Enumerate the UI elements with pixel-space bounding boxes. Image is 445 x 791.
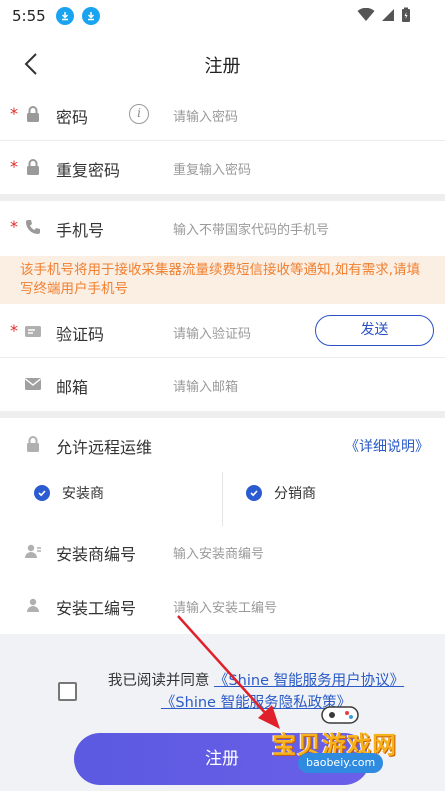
repeat-password-input[interactable]: 重复输入密码 [173,159,251,178]
phone-input[interactable]: 输入不带国家代码的手机号 [173,219,329,238]
code-row[interactable]: * 验证码 请输入验证码 发送 [0,306,445,358]
detail-link[interactable]: 《详细说明》 [345,436,429,456]
remote-ops-row: 允许远程运维 《详细说明》 [0,419,445,471]
repeat-password-label: 重复密码 [56,161,121,180]
section-divider [0,194,445,201]
lock-icon [27,106,39,122]
required-marker: * [10,321,18,340]
email-row[interactable]: 邮箱 请输入邮箱 [0,359,445,411]
send-code-button[interactable]: 发送 [315,315,434,346]
person-card-icon [25,544,41,558]
phone-row[interactable]: * 手机号 输入不带国家代码的手机号 [0,202,445,254]
distributor-label: 分销商 [274,486,316,502]
password-label: 密码 [56,108,89,127]
watermark-logo: 宝贝游戏网 baobeiy.com [264,703,414,783]
email-input[interactable]: 请输入邮箱 [173,376,238,395]
code-input[interactable]: 请输入验证码 [173,323,251,342]
watermark-url: baobeiy.com [298,753,384,773]
status-bar: 5:55 [0,0,445,32]
agreement-prefix: 我已阅读并同意 [107,673,210,689]
password-input[interactable]: 请输入密码 [173,106,238,125]
installer-label: 安装商 [62,486,104,502]
download-icon [55,7,74,25]
phone-icon [26,220,40,234]
person-icon [27,598,39,612]
installer-number-input[interactable]: 输入安装商编号 [173,543,264,562]
user-agreement-link[interactable]: 《Shine 智能服务用户协议》 [214,673,404,689]
download-icon [81,7,100,25]
installer-number-label: 安装商编号 [56,545,137,564]
checked-icon [34,485,50,501]
worker-number-label: 安装工编号 [56,599,137,618]
section-divider [0,411,445,418]
remote-ops-label: 允许远程运维 [56,438,153,457]
vertical-divider [222,472,223,526]
installer-checkbox[interactable]: 安装商 [34,483,104,503]
email-label: 邮箱 [56,378,89,397]
worker-number-row[interactable]: 安装工编号 请输入安装工编号 [0,580,445,632]
lock-icon [27,159,39,175]
signal-icon [382,9,394,21]
checked-icon [246,485,262,501]
wifi-icon [357,8,375,21]
required-marker: * [10,104,18,123]
status-time: 5:55 [12,7,46,25]
info-icon[interactable]: i [129,104,149,124]
required-marker: * [10,157,18,176]
phone-notice: 该手机号将用于接收采集器流量续费短信接收等通知,如有需求,请填写终端用户手机号 [0,256,445,304]
agreement-checkbox[interactable] [58,682,77,701]
battery-icon [402,7,410,22]
distributor-checkbox[interactable]: 分销商 [246,483,316,503]
repeat-password-row[interactable]: * 重复密码 重复输入密码 [0,142,445,194]
code-label: 验证码 [56,325,105,344]
phone-label: 手机号 [56,221,105,240]
lock-icon [27,436,39,452]
worker-number-input[interactable]: 请输入安装工编号 [173,597,277,616]
id-card-icon [25,326,41,337]
page-title: 注册 [204,56,241,77]
gamepad-icon [321,706,359,724]
password-row[interactable]: * 密码 i 请输入密码 [0,89,445,141]
mail-icon [25,378,41,390]
installer-number-row[interactable]: 安装商编号 输入安装商编号 [0,526,445,578]
navigation-bar: 注册 [0,36,445,92]
required-marker: * [10,217,18,236]
